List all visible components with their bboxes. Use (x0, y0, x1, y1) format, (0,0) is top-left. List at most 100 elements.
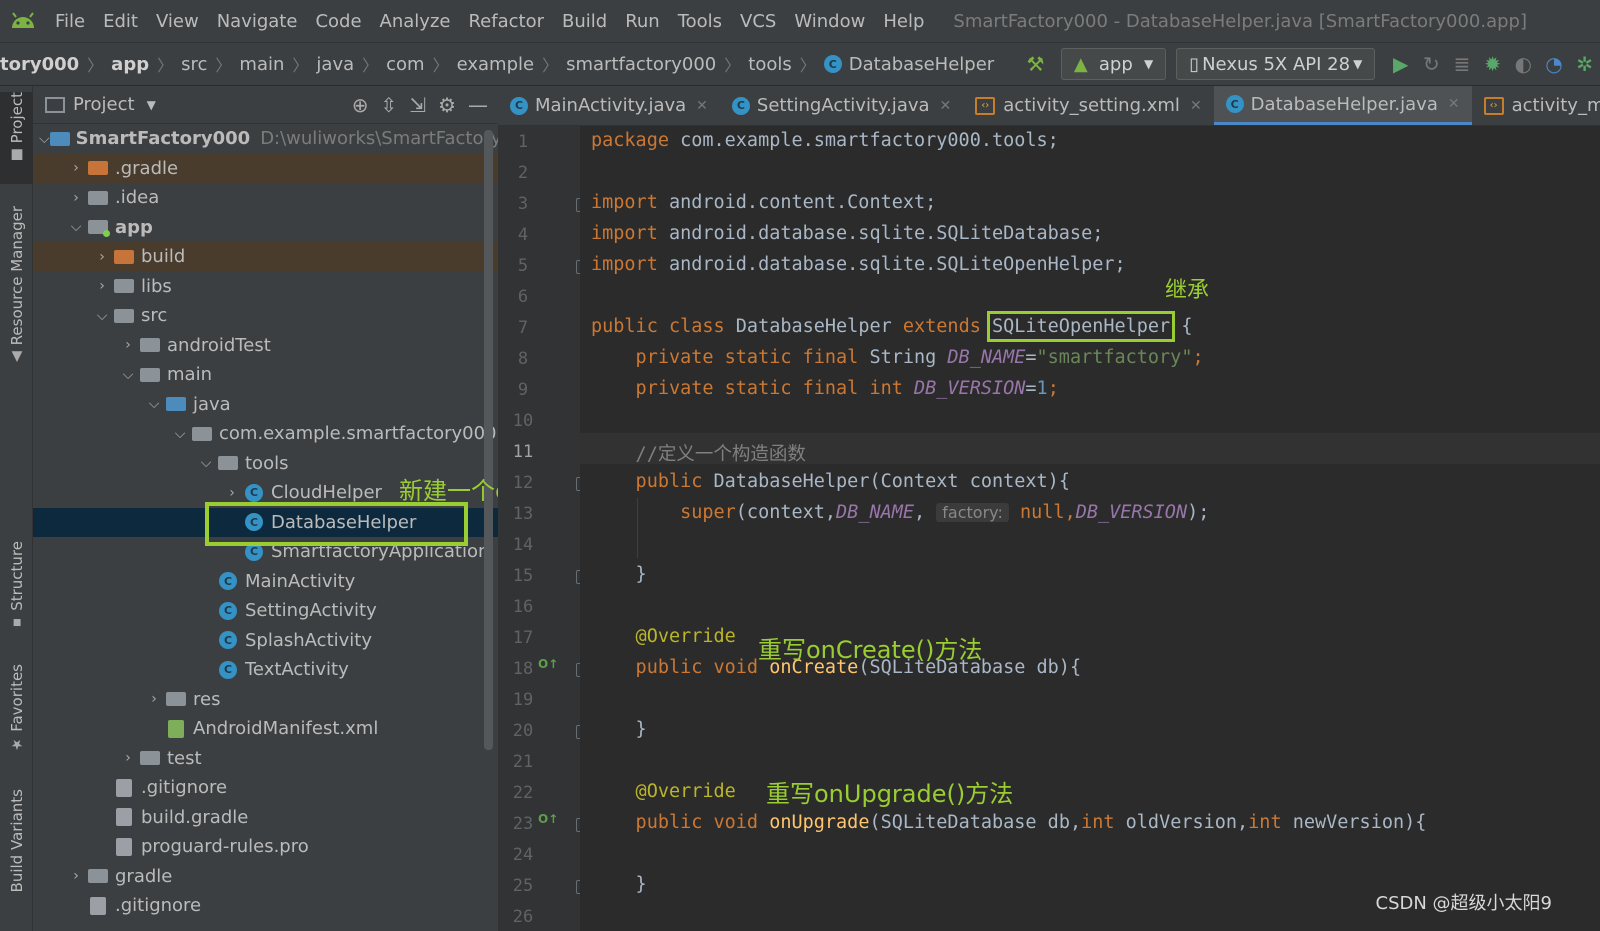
tree-row-idea[interactable]: › .idea (33, 183, 498, 213)
locate-icon[interactable]: ⊕ (352, 93, 369, 117)
tree-row-androidtest[interactable]: › androidTest (33, 331, 498, 361)
crumb-app[interactable]: app (111, 54, 149, 75)
tree-label: .idea (115, 187, 160, 209)
crumb-src[interactable]: src (181, 54, 207, 75)
debug-icon[interactable]: ✹ (1477, 47, 1508, 81)
tab-mainactivity[interactable]: C MainActivity.java ✕ (498, 86, 720, 125)
expand-all-icon[interactable]: ⇳ (381, 93, 398, 117)
crumb-com[interactable]: com (386, 54, 424, 75)
tree-row-textactivity[interactable]: C TextActivity (33, 655, 498, 685)
code-editor[interactable]: package com.example.smartfactory000.tool… (580, 126, 1600, 931)
chevron-down-icon[interactable]: ⌵ (195, 455, 217, 471)
tab-build-variants[interactable]: Build Variants (0, 789, 33, 929)
menu-code[interactable]: Code (306, 11, 370, 32)
menu-build[interactable]: Build (553, 11, 616, 32)
tab-activity-main-xml[interactable]: ‹› activity_ma (1472, 86, 1600, 125)
chevron-right-icon[interactable]: › (117, 337, 139, 353)
menu-view[interactable]: View (147, 11, 208, 32)
profiler-icon[interactable]: ◔ (1539, 47, 1570, 81)
tree-row-java[interactable]: ⌵ java (33, 390, 498, 420)
run-config-dropdown[interactable]: ▲ app ▼ (1060, 48, 1167, 80)
tree-row-build[interactable]: › build (33, 242, 498, 272)
tree-row-root[interactable]: ⌵ SmartFactory000 D:\wuliworks\SmartFactor… (33, 124, 498, 154)
chevron-right-icon[interactable]: › (65, 160, 87, 176)
chevron-down-icon[interactable]: ⌵ (91, 308, 113, 324)
tree-row-build-gradle[interactable]: build.gradle (33, 803, 498, 833)
chevron-down-icon[interactable]: ⌵ (143, 396, 165, 412)
hide-icon[interactable]: — (468, 93, 488, 117)
menu-refactor[interactable]: Refactor (459, 11, 553, 32)
tree-row-manifest[interactable]: AndroidManifest.xml (33, 714, 498, 744)
crumb-example[interactable]: example (457, 54, 534, 75)
menu-tools[interactable]: Tools (669, 11, 731, 32)
gear-icon[interactable]: ⚙ (438, 93, 456, 117)
tab-resource-manager[interactable]: Resource Manager ▲ (0, 206, 33, 376)
tree-row-package[interactable]: ⌵ com.example.smartfactory000 (33, 419, 498, 449)
chevron-down-icon[interactable]: ⌵ (65, 219, 87, 235)
chevron-down-icon[interactable]: ▼ (147, 98, 156, 112)
class-icon: C (217, 631, 239, 650)
tree-row-app[interactable]: ⌵ app (33, 213, 498, 243)
chevron-right-icon[interactable]: › (143, 691, 165, 707)
tree-row-mainactivity[interactable]: C MainActivity (33, 567, 498, 597)
menu-help[interactable]: Help (874, 11, 933, 32)
project-view-selector[interactable]: Project (73, 94, 135, 115)
chevron-right-icon[interactable]: › (65, 190, 87, 206)
menu-vcs[interactable]: VCS (731, 11, 785, 32)
tree-row-splashactivity[interactable]: C SplashActivity (33, 626, 498, 656)
run-icon[interactable]: ▶ (1385, 47, 1416, 81)
chevron-down-icon[interactable]: ⌵ (169, 426, 191, 442)
tree-row-main[interactable]: ⌵ main (33, 360, 498, 390)
override-marker-icon[interactable]: O↑ (538, 657, 558, 671)
crumb-databasehelper[interactable]: DatabaseHelper (849, 54, 994, 75)
device-dropdown[interactable]: ▯ Nexus 5X API 28 ▼ (1176, 48, 1376, 80)
apply-code-changes-icon[interactable]: ≣ (1447, 47, 1478, 81)
tree-row-settingactivity[interactable]: C SettingActivity (33, 596, 498, 626)
menu-navigate[interactable]: Navigate (208, 11, 307, 32)
chevron-right-icon[interactable]: › (221, 485, 243, 501)
tree-row-root-gitignore[interactable]: .gitignore (33, 891, 498, 921)
tree-row-libs[interactable]: › libs (33, 272, 498, 302)
tree-row-src[interactable]: ⌵ src (33, 301, 498, 331)
close-icon[interactable]: ✕ (696, 98, 708, 114)
override-marker-icon[interactable]: O↑ (538, 812, 558, 826)
chevron-right-icon[interactable]: › (91, 278, 113, 294)
attach-debugger-icon[interactable]: ✲ (1569, 47, 1600, 81)
tree-row-gradle[interactable]: › gradle (33, 862, 498, 892)
hammer-icon[interactable]: ⚒ (1020, 47, 1051, 81)
chevron-right-icon[interactable]: › (117, 750, 139, 766)
crumb-main[interactable]: main (239, 54, 284, 75)
crumb-tools[interactable]: tools (748, 54, 791, 75)
tab-structure[interactable]: Structure ▪ (0, 541, 33, 641)
chevron-right-icon[interactable]: › (91, 249, 113, 265)
menu-run[interactable]: Run (616, 11, 669, 32)
project-scrollbar[interactable] (484, 130, 493, 750)
folder-icon (87, 159, 109, 177)
tab-activity-setting-xml[interactable]: ‹› activity_setting.xml ✕ (963, 86, 1213, 125)
crumb-project[interactable]: tory000 (0, 54, 79, 75)
tree-row-res[interactable]: › res (33, 685, 498, 715)
menu-analyze[interactable]: Analyze (371, 11, 460, 32)
tree-row-test[interactable]: › test (33, 744, 498, 774)
tree-row-proguard[interactable]: proguard-rules.pro (33, 832, 498, 862)
close-icon[interactable]: ✕ (1190, 98, 1202, 114)
tree-row-app-gitignore[interactable]: .gitignore (33, 773, 498, 803)
collapse-all-icon[interactable]: ⇲ (409, 93, 426, 117)
apply-changes-icon[interactable]: ↻ (1416, 47, 1447, 81)
close-icon[interactable]: ✕ (1448, 96, 1460, 112)
crumb-java[interactable]: java (316, 54, 354, 75)
tab-settingactivity[interactable]: C SettingActivity.java ✕ (720, 86, 963, 125)
menu-window[interactable]: Window (785, 11, 874, 32)
chevron-down-icon[interactable]: ⌵ (39, 131, 50, 147)
chevron-down-icon[interactable]: ⌵ (117, 367, 139, 383)
coverage-icon[interactable]: ◐ (1508, 47, 1539, 81)
close-icon[interactable]: ✕ (940, 98, 952, 114)
tab-favorites[interactable]: Favorites ★ (0, 664, 33, 764)
tab-project-tool[interactable]: Project ■ (0, 92, 33, 184)
tab-databasehelper[interactable]: C DatabaseHelper.java ✕ (1213, 86, 1472, 125)
crumb-smartfactory000[interactable]: smartfactory000 (566, 54, 716, 75)
menu-edit[interactable]: Edit (94, 11, 147, 32)
tree-row-gradle-dir[interactable]: › .gradle (33, 153, 498, 183)
chevron-right-icon[interactable]: › (65, 868, 87, 884)
menu-file[interactable]: File (46, 11, 94, 32)
